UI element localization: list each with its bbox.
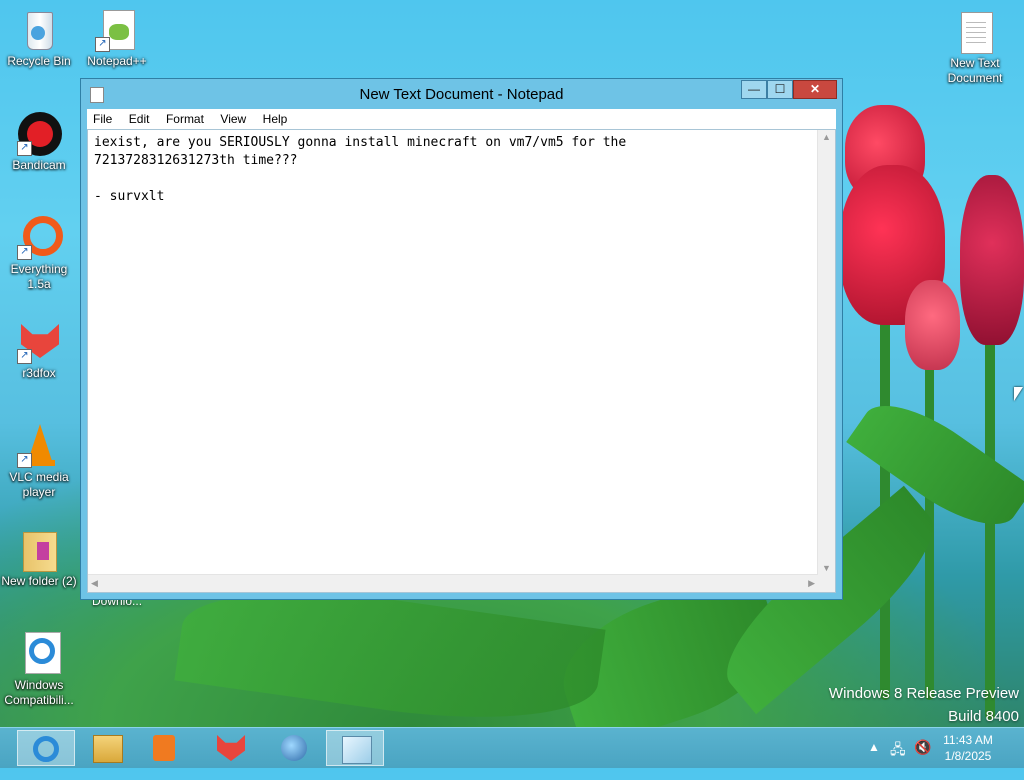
menu-help[interactable]: Help: [257, 109, 294, 126]
notepad-icon: [342, 736, 372, 764]
desktop-icon-recycle-bin[interactable]: Recycle Bin: [1, 8, 77, 69]
desktop-icon-vlc[interactable]: ↗ VLC media player: [1, 424, 77, 500]
folder-icon: [17, 528, 61, 572]
text-document-icon: [953, 10, 997, 54]
recycle-bin-icon: [17, 8, 61, 52]
clock-time: 11:43 AM: [943, 733, 993, 747]
clock-date: 1/8/2025: [944, 749, 992, 763]
desktop-icon-new-folder-2[interactable]: New folder (2): [1, 528, 77, 589]
show-hidden-icons-icon[interactable]: ▲: [868, 740, 880, 780]
close-button[interactable]: ✕: [793, 80, 837, 99]
vlc-cone-icon: ↗: [17, 424, 61, 468]
resize-grip[interactable]: [818, 575, 835, 592]
desktop-icon-label: New folder (2): [1, 574, 77, 588]
maximize-button[interactable]: ☐: [767, 80, 793, 99]
desktop-icon-label: Windows Compatibili...: [4, 678, 74, 707]
r3dfox-icon: [217, 735, 245, 761]
system-clock[interactable]: 11:43 AM 1/8/2025: [938, 732, 998, 764]
network-icon[interactable]: 🖧: [890, 739, 906, 779]
file-explorer-icon: [93, 735, 123, 763]
desktop-icon-windows-compatibility[interactable]: Windows Compatibili...: [1, 632, 77, 708]
everything-search-icon: ↗: [17, 216, 63, 260]
watermark-line2: Build 8400: [948, 708, 1019, 725]
notepadpp-icon: ↗: [95, 8, 139, 52]
scroll-down-icon[interactable]: ▼: [822, 563, 831, 573]
watermark-line1: Windows 8 Release Preview: [828, 685, 1019, 702]
taskbar-media-player-button[interactable]: [138, 730, 196, 766]
taskbar-explorer-button[interactable]: [78, 730, 136, 766]
vertical-scrollbar[interactable]: ▲ ▼: [817, 130, 835, 575]
desktop-icon-label: Notepad++: [87, 54, 147, 68]
taskbar-notepad-button[interactable]: [326, 730, 384, 766]
internet-explorer-icon: [33, 736, 59, 762]
taskbar-ie-button[interactable]: [17, 730, 75, 766]
browser-globe-icon: [281, 735, 307, 761]
menu-bar: File Edit Format View Help: [87, 109, 836, 130]
notepad-window[interactable]: New Text Document - Notepad — ☐ ✕ File E…: [80, 78, 843, 600]
scroll-right-icon[interactable]: ▶: [808, 578, 815, 589]
desktop-icon-label: r3dfox: [22, 366, 56, 380]
r3dfox-icon: ↗: [17, 320, 61, 364]
menu-file[interactable]: File: [87, 109, 118, 126]
desktop-icon-notepadpp[interactable]: ↗ Notepad++: [79, 8, 155, 69]
bandicam-icon: ↗: [17, 112, 62, 156]
desktop-icon-label: New Text Document: [947, 56, 1003, 85]
desktop-icon-label: Everything 1.5a: [10, 262, 68, 291]
internet-explorer-icon: [17, 632, 61, 676]
menu-edit[interactable]: Edit: [123, 109, 156, 126]
desktop-icon-label: Recycle Bin: [7, 54, 71, 68]
window-title: New Text Document - Notepad: [359, 86, 564, 103]
menu-format[interactable]: Format: [160, 109, 210, 126]
menu-view[interactable]: View: [214, 109, 252, 126]
desktop-icon-bandicam[interactable]: ↗ Bandicam: [1, 112, 77, 173]
scroll-up-icon[interactable]: ▲: [822, 132, 831, 142]
editor-content[interactable]: iexist, are you SERIOUSLY gonna install …: [94, 134, 815, 206]
desktop-icon-label: VLC media player: [9, 470, 69, 499]
volume-muted-icon[interactable]: 🔇: [914, 739, 931, 779]
text-editor[interactable]: iexist, are you SERIOUSLY gonna install …: [87, 129, 836, 593]
desktop-icon-r3dfox[interactable]: ↗ r3dfox: [1, 320, 77, 381]
taskbar-r3dfox-button[interactable]: [202, 730, 260, 766]
media-player-icon: [153, 735, 175, 761]
taskbar-browser-button[interactable]: [266, 730, 324, 766]
title-bar[interactable]: New Text Document - Notepad — ☐ ✕: [81, 79, 842, 109]
minimize-button[interactable]: —: [741, 80, 767, 99]
mouse-cursor-icon: [1014, 387, 1023, 401]
taskbar: ▲ 🖧 🔇 11:43 AM 1/8/2025: [0, 727, 1024, 768]
desktop-icon-label: Bandicam: [12, 158, 66, 172]
scroll-left-icon[interactable]: ◀: [91, 578, 98, 589]
desktop-icon-new-text-document[interactable]: New Text Document: [937, 10, 1013, 86]
horizontal-scrollbar[interactable]: ◀ ▶: [88, 574, 818, 592]
desktop-icon-everything[interactable]: ↗ Everything 1.5a: [1, 216, 77, 292]
